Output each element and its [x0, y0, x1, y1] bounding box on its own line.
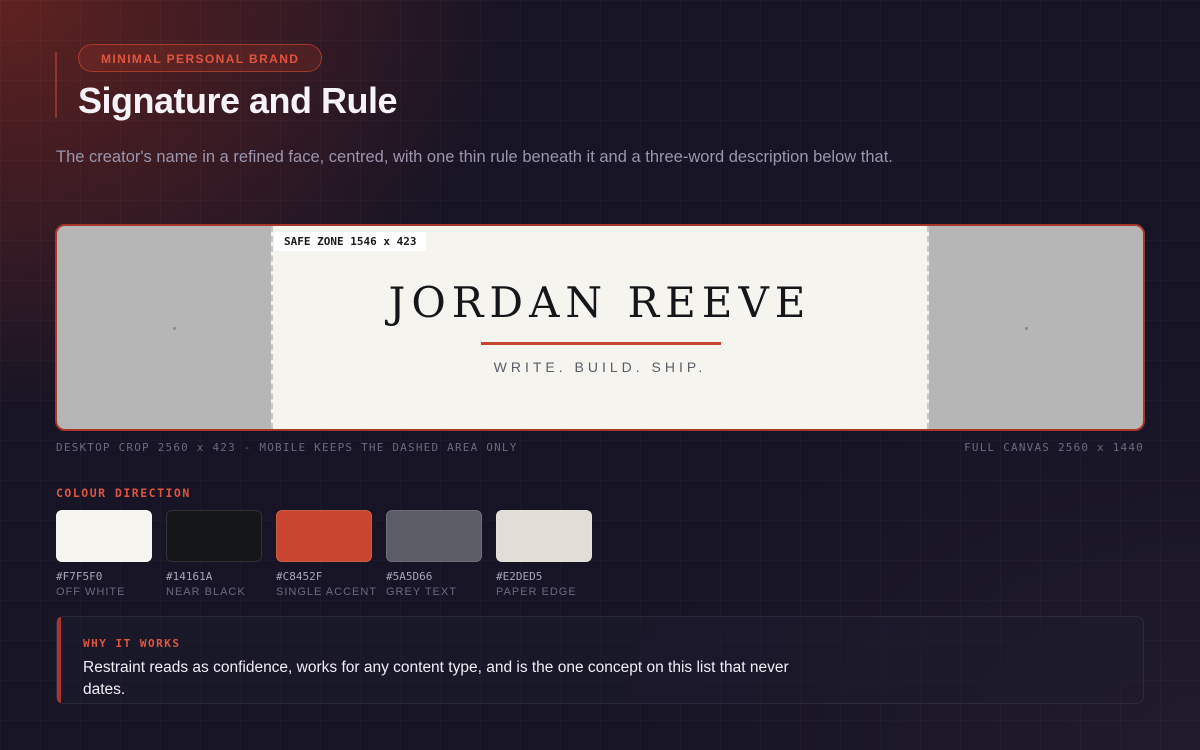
left-crop-marker	[173, 327, 176, 330]
brand-rule	[481, 342, 721, 345]
swatch-hex: #14161A	[166, 570, 213, 583]
swatch-chip	[496, 510, 592, 562]
colour-direction-label: COLOUR DIRECTION	[56, 486, 191, 500]
colour-swatches: #F7F5F0 OFF WHITE #14161A NEAR BLACK #C8…	[56, 510, 592, 598]
page-title: Signature and Rule	[78, 80, 398, 121]
swatch-grey-text: #5A5D66 GREY TEXT	[386, 510, 482, 598]
swatch-name: SINGLE ACCENT	[276, 586, 378, 598]
swatch-chip	[386, 510, 482, 562]
why-it-works-text: Restraint reads as confidence, works for…	[83, 659, 789, 698]
safe-zone-label: SAFE ZONE 1546 x 423	[274, 232, 427, 251]
swatch-near-black: #14161A NEAR BLACK	[166, 510, 262, 598]
why-it-works-card: WHY IT WORKS Restraint reads as confiden…	[56, 616, 1144, 704]
swatch-hex: #C8452F	[276, 570, 323, 583]
swatch-hex: #5A5D66	[386, 570, 433, 583]
page-subtitle: The creator's name in a refined face, ce…	[56, 148, 893, 166]
full-canvas-caption: FULL CANVAS 2560 x 1440	[964, 441, 1144, 454]
brand-tagline: WRITE. BUILD. SHIP.	[493, 359, 707, 375]
swatch-name: NEAR BLACK	[166, 586, 246, 598]
banner-canvas: SAFE ZONE 1546 x 423 JORDAN REEVE WRITE.…	[55, 224, 1145, 431]
brand-name: JORDAN REEVE	[388, 278, 812, 327]
why-it-works-label: WHY IT WORKS	[83, 637, 181, 650]
right-crop-marker	[1025, 327, 1028, 330]
swatch-name: PAPER EDGE	[496, 586, 577, 598]
swatch-chip	[56, 510, 152, 562]
header-accent-rule	[55, 52, 57, 118]
swatch-single-accent: #C8452F SINGLE ACCENT	[276, 510, 378, 598]
swatch-chip	[166, 510, 262, 562]
swatch-chip	[276, 510, 372, 562]
why-accent-bar	[57, 617, 61, 703]
desktop-crop-caption: DESKTOP CROP 2560 x 423 - MOBILE KEEPS T…	[56, 441, 518, 454]
swatch-off-white: #F7F5F0 OFF WHITE	[56, 510, 152, 598]
swatch-paper-edge: #E2DED5 PAPER EDGE	[496, 510, 592, 598]
swatch-name: OFF WHITE	[56, 586, 126, 598]
safe-zone: SAFE ZONE 1546 x 423 JORDAN REEVE WRITE.…	[271, 226, 929, 429]
swatch-hex: #E2DED5	[496, 570, 543, 583]
category-tag: MINIMAL PERSONAL BRAND	[78, 44, 323, 72]
swatch-name: GREY TEXT	[386, 586, 457, 598]
swatch-hex: #F7F5F0	[56, 570, 103, 583]
